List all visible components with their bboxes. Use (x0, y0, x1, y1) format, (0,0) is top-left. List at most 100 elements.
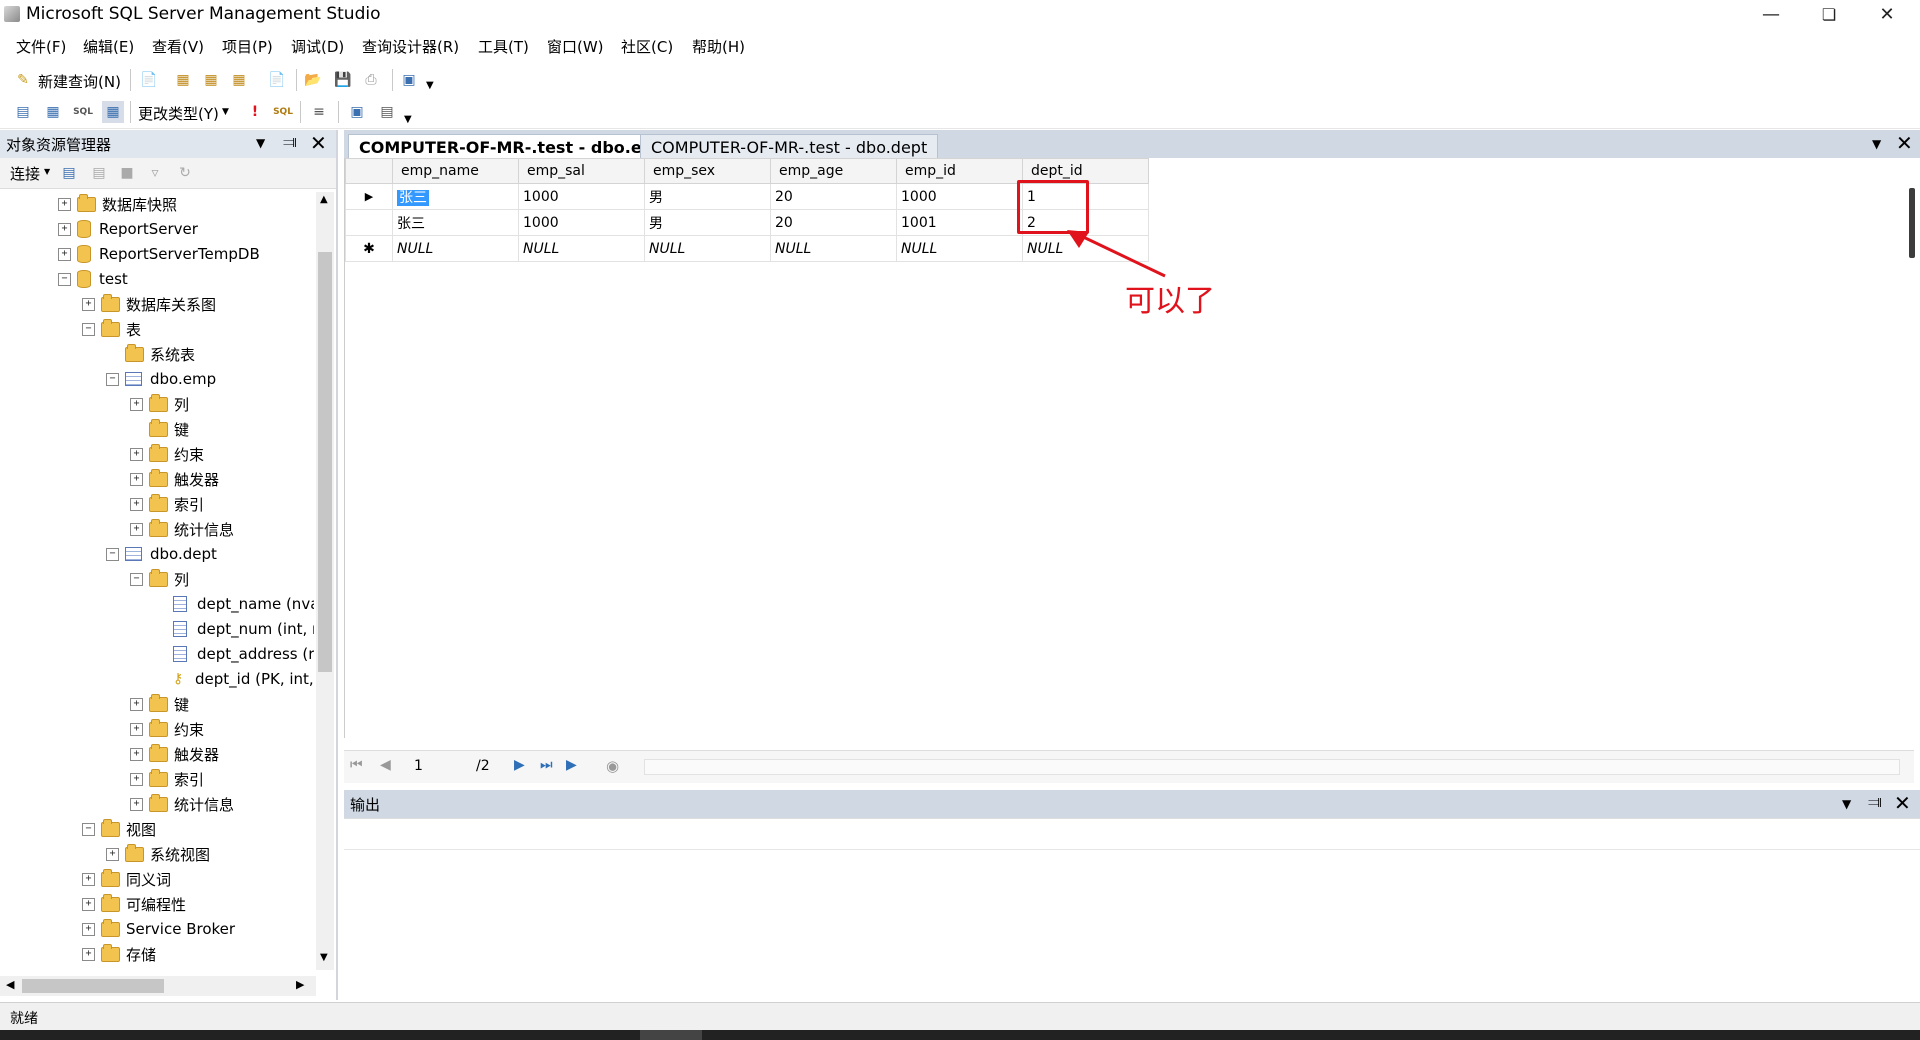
tree-node[interactable]: + 数据库关系图 (82, 292, 216, 316)
menu-tools[interactable]: 工具(T) (478, 36, 529, 57)
tree-horizontal-scrollbar[interactable]: ◀ ▶ (0, 976, 316, 996)
open-folder-icon[interactable]: 📂 (302, 69, 324, 91)
tree-node[interactable]: + 触发器 (130, 742, 219, 766)
group-by-icon[interactable]: ≡ (308, 101, 330, 123)
expand-icon[interactable]: + (82, 297, 95, 311)
grid-cell[interactable]: NULL (644, 235, 771, 262)
expand-icon[interactable]: + (130, 797, 143, 811)
expand-icon[interactable]: + (82, 872, 95, 886)
expand-icon[interactable]: + (130, 497, 143, 511)
close-icon[interactable]: ✕ (310, 131, 327, 155)
grid-cell[interactable]: NULL (518, 235, 645, 262)
tree-node[interactable]: dept_name (nva (154, 592, 314, 616)
pin-icon[interactable]: ⫥ (283, 132, 297, 152)
row-selector-header[interactable] (345, 158, 393, 184)
scroll-left-arrow-icon[interactable]: ◀ (6, 978, 14, 991)
tree-node[interactable]: 键 (130, 417, 189, 441)
expand-icon[interactable]: + (82, 947, 95, 961)
grid-cell[interactable]: NULL (770, 235, 897, 262)
expand-icon[interactable]: + (130, 722, 143, 736)
menu-community[interactable]: 社区(C) (621, 36, 673, 57)
tree-node[interactable]: + Service Broker (82, 917, 235, 941)
expand-icon[interactable]: + (130, 472, 143, 486)
connect-object-icon[interactable]: ▤ (58, 162, 80, 184)
tree-node[interactable]: + 索引 (130, 492, 204, 516)
next-record-icon[interactable]: ▶ (514, 757, 525, 773)
tree-node[interactable]: + 键 (130, 692, 189, 716)
collapse-icon[interactable]: − (130, 572, 143, 586)
scroll-right-arrow-icon[interactable]: ▶ (296, 978, 304, 991)
grid-cell[interactable]: 张三 (392, 209, 519, 236)
output-panel[interactable] (344, 818, 1920, 1001)
tab-dbo-emp[interactable]: COMPUTER-OF-MR-.test - dbo.emp (348, 134, 681, 159)
dropdown-arrow-icon[interactable]: ▼ (256, 136, 265, 150)
grid-cell[interactable]: 张三 (392, 183, 519, 210)
last-record-icon[interactable]: ⏭ (540, 757, 553, 773)
expand-icon[interactable]: + (58, 247, 71, 261)
filter-icon[interactable]: ▿ (144, 162, 166, 184)
chevron-down-icon[interactable]: ▼ (222, 107, 229, 117)
sql-pane-icon[interactable]: SQL (72, 101, 94, 123)
grid-cell[interactable]: 20 (770, 183, 897, 210)
grid-cell[interactable]: 男 (644, 183, 771, 210)
column-header[interactable]: emp_sex (644, 158, 771, 184)
expand-icon[interactable]: + (130, 697, 143, 711)
execute-icon[interactable]: ! (244, 101, 266, 123)
db-query-icon[interactable]: ▦ (172, 69, 194, 91)
first-record-icon[interactable]: ⏮ (350, 757, 363, 773)
pin-icon[interactable]: ⫥ (1868, 792, 1882, 812)
menu-debug[interactable]: 调试(D) (291, 36, 344, 57)
grid-cell[interactable]: 1001 (896, 209, 1023, 236)
previous-record-icon[interactable]: ◀ (380, 757, 391, 773)
tree-node[interactable]: + 可编程性 (82, 892, 186, 916)
grid-cell[interactable]: 男 (644, 209, 771, 236)
menu-query-designer[interactable]: 查询设计器(R) (362, 36, 459, 57)
stop-icon[interactable]: ■ (116, 162, 138, 184)
restore-button[interactable]: ❏ (1800, 0, 1858, 28)
refresh-icon[interactable]: ↻ (174, 162, 196, 184)
grid-cell[interactable]: 1000 (896, 183, 1023, 210)
grid-cell[interactable]: 20 (770, 209, 897, 236)
scroll-up-arrow-icon[interactable]: ▲ (320, 194, 328, 205)
tree-node[interactable]: + ReportServerTempDB (58, 242, 260, 266)
diagram-pane-icon[interactable]: ▤ (12, 101, 34, 123)
tree-node[interactable]: − 列 (130, 567, 189, 591)
row-marker[interactable]: ▶ (345, 183, 393, 210)
verify-sql-icon[interactable]: SQL (272, 101, 294, 123)
tree-node[interactable]: − dbo.dept (106, 542, 217, 566)
tree-node[interactable]: + ReportServer (58, 217, 198, 241)
dropdown-arrow-icon[interactable]: ▼ (1842, 797, 1851, 811)
minimize-button[interactable]: — (1742, 0, 1800, 28)
tree-node[interactable]: + 同义词 (82, 867, 171, 891)
grid-cell[interactable]: 1000 (518, 209, 645, 236)
toolbar-overflow-icon[interactable]: ▼ (426, 80, 434, 91)
tree-node[interactable]: − 表 (82, 317, 141, 341)
chevron-down-icon[interactable]: ▼ (44, 167, 50, 176)
current-record-input[interactable]: 1 (414, 758, 423, 774)
column-header[interactable]: emp_sal (518, 158, 645, 184)
new-file-icon[interactable]: 📄 (138, 69, 160, 91)
activity-monitor-icon[interactable]: ▣ (398, 69, 420, 91)
disconnect-icon[interactable]: ▤ (88, 162, 110, 184)
tree-node[interactable]: + 触发器 (130, 467, 219, 491)
tree-node[interactable]: − dbo.emp (106, 367, 216, 391)
expand-icon[interactable]: + (130, 772, 143, 786)
collapse-icon[interactable]: − (58, 272, 71, 286)
column-header[interactable]: emp_name (392, 158, 519, 184)
tree-node[interactable]: + 列 (130, 392, 189, 416)
print-icon[interactable]: ⎙ (360, 69, 382, 91)
expand-icon[interactable]: + (130, 522, 143, 536)
tree-node[interactable]: dept_num (int, n (154, 617, 314, 641)
expand-icon[interactable]: + (82, 922, 95, 936)
new-query-icon[interactable]: ✎ (12, 69, 34, 91)
tree-node[interactable]: + 统计信息 (130, 792, 234, 816)
change-type-dropdown[interactable]: 更改类型(Y) (138, 103, 219, 124)
expand-icon[interactable]: + (130, 747, 143, 761)
close-window-button[interactable]: ✕ (1858, 0, 1916, 28)
grid-cell[interactable]: NULL (896, 235, 1023, 262)
criteria-pane-icon[interactable]: ▦ (42, 101, 64, 123)
close-document-icon[interactable]: ✕ (1896, 131, 1913, 155)
menu-file[interactable]: 文件(F) (16, 36, 66, 57)
scroll-down-arrow-icon[interactable]: ▼ (320, 952, 328, 963)
column-header[interactable]: emp_id (896, 158, 1023, 184)
